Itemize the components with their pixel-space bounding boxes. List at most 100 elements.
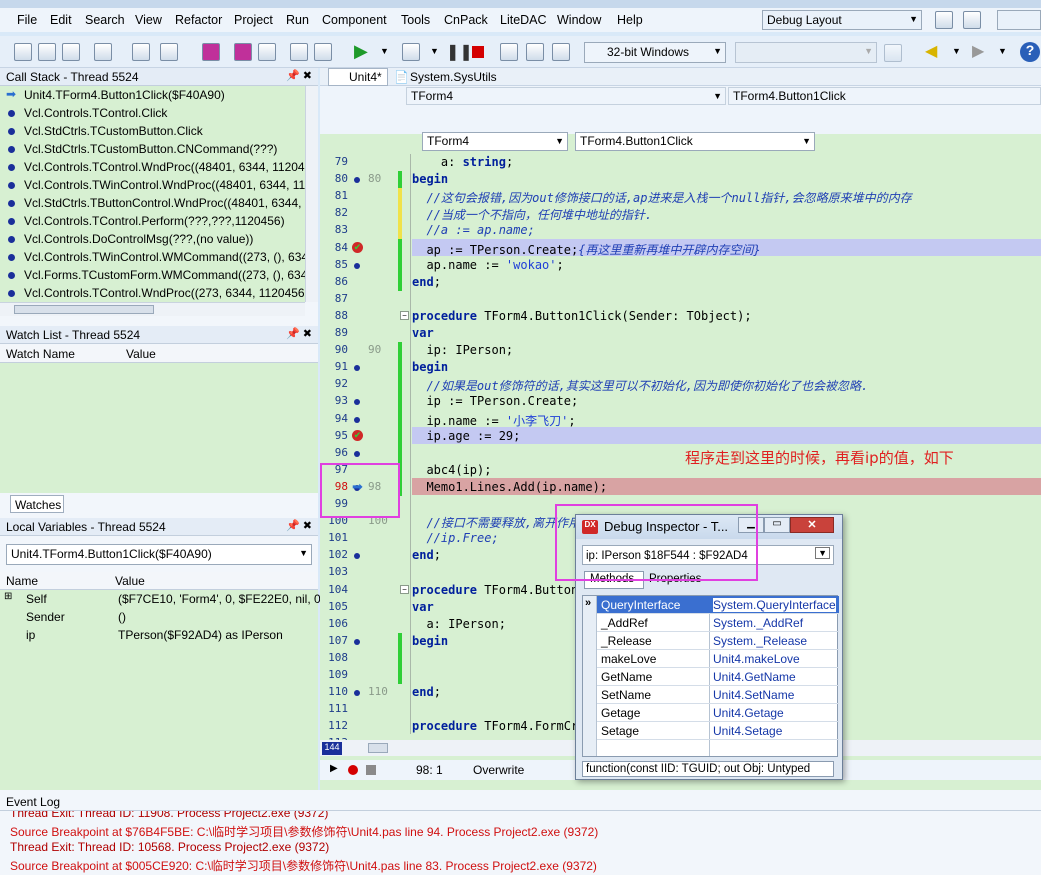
pin-close-icon[interactable]: 📌 ✖ bbox=[286, 327, 312, 340]
menu-tools[interactable]: Tools bbox=[401, 13, 430, 27]
inspector-row[interactable]: GetName Unit4.GetName bbox=[597, 668, 839, 686]
chevron-down-icon[interactable]: ▼ bbox=[998, 46, 1007, 56]
menu-window[interactable]: Window bbox=[557, 13, 601, 27]
callstack-row[interactable]: Vcl.Controls.TControl.Perform(???,???,11… bbox=[0, 212, 305, 230]
run-to-cursor-icon[interactable] bbox=[552, 43, 570, 61]
play-macro-icon[interactable]: ▶ bbox=[330, 763, 338, 774]
callstack-row[interactable]: Vcl.Controls.TWinControl.WndProc((48401,… bbox=[0, 176, 305, 194]
callstack-row[interactable]: ➡ Unit4.TForm4.Button1Click($F40A90) bbox=[0, 86, 305, 104]
callstack-scrollbar[interactable] bbox=[305, 86, 318, 302]
step-over-icon[interactable] bbox=[500, 43, 518, 61]
scroll-thumb[interactable] bbox=[14, 305, 154, 314]
layout-settings-icon[interactable] bbox=[963, 11, 981, 29]
callstack-row[interactable]: Vcl.Controls.TWinControl.WMCommand((273,… bbox=[0, 248, 305, 266]
back-icon[interactable]: ◀ bbox=[925, 41, 937, 61]
inspector-row[interactable]: SetName Unit4.SetName bbox=[597, 686, 839, 704]
inspector-row[interactable]: makeLove Unit4.makeLove bbox=[597, 650, 839, 668]
new-icon[interactable] bbox=[14, 43, 32, 61]
inspector-row[interactable]: _AddRef System._AddRef bbox=[597, 614, 839, 632]
layout-combo[interactable]: Debug Layout ▼ bbox=[762, 10, 922, 30]
run-dropdown-icon[interactable]: ▼ bbox=[380, 46, 389, 56]
config-combo[interactable]: ▼ bbox=[735, 42, 877, 63]
callstack-row[interactable]: Vcl.StdCtrls.TCustomButton.CNCommand(???… bbox=[0, 140, 305, 158]
method-combo[interactable]: TForm4.Button1Click ▼ bbox=[575, 132, 815, 151]
open-file-icon[interactable] bbox=[160, 43, 178, 61]
tab-unit4[interactable]: Unit4* bbox=[328, 68, 388, 86]
callstack-row[interactable]: Vcl.Controls.TControl.WndProc((48401, 63… bbox=[0, 158, 305, 176]
maximize-button[interactable]: ▭ bbox=[764, 517, 790, 533]
search-box[interactable] bbox=[997, 10, 1041, 30]
save-as-icon[interactable] bbox=[258, 43, 276, 61]
menu-component[interactable]: Component bbox=[322, 13, 387, 27]
event-log-row[interactable]: Thread Exit: Thread ID: 11908. Process P… bbox=[10, 811, 328, 820]
scroll-thumb[interactable] bbox=[368, 743, 388, 753]
callstack-row[interactable]: Vcl.Controls.TControl.Click bbox=[0, 104, 305, 122]
locals-row[interactable]: Sender () bbox=[0, 608, 318, 626]
menu-litedac[interactable]: LiteDAC bbox=[500, 13, 547, 27]
pause-icon[interactable]: ❚❚ bbox=[446, 42, 473, 62]
event-log-row[interactable]: Thread Exit: Thread ID: 10568. Process P… bbox=[10, 840, 329, 854]
stop-icon[interactable] bbox=[472, 46, 484, 58]
inspector-row[interactable]: Setage Unit4.Setage bbox=[597, 722, 839, 740]
watch-col-value[interactable]: Value bbox=[126, 347, 156, 361]
locals-title: Local Variables - Thread 5524 bbox=[6, 520, 166, 534]
tab-sysutils[interactable]: System.SysUtils bbox=[410, 70, 497, 84]
callstack-row[interactable]: Vcl.Controls.DoControlMsg(???,(no value)… bbox=[0, 230, 305, 248]
run-icon[interactable]: ▶ bbox=[354, 41, 368, 62]
menu-project[interactable]: Project bbox=[234, 13, 273, 27]
callstack-row[interactable]: Vcl.Forms.TCustomForm.WMCommand((273, ()… bbox=[0, 266, 305, 284]
refresh-icon[interactable] bbox=[884, 44, 902, 62]
menu-cnpack[interactable]: CnPack bbox=[444, 13, 488, 27]
pin-close-icon[interactable]: 📌 ✖ bbox=[286, 519, 312, 532]
current-row-icon: » bbox=[585, 597, 592, 609]
record-macro-icon[interactable] bbox=[348, 765, 358, 775]
inspector-row[interactable]: Getage Unit4.Getage bbox=[597, 704, 839, 722]
open-project-icon[interactable] bbox=[62, 43, 80, 61]
locals-row[interactable]: ip TPerson($F92AD4) as IPerson bbox=[0, 626, 318, 644]
stop-macro-icon[interactable] bbox=[366, 765, 376, 775]
close-button[interactable]: ✕ bbox=[790, 517, 834, 533]
inspector-row[interactable]: _Release System._Release bbox=[597, 632, 839, 650]
menu-run[interactable]: Run bbox=[286, 13, 309, 27]
save-all-icon[interactable] bbox=[234, 43, 252, 61]
save-icon[interactable] bbox=[202, 43, 220, 61]
callstack-row[interactable]: Vcl.Controls.TControl.WndProc((273, 6344… bbox=[0, 284, 305, 302]
pin-close-icon[interactable]: 📌 ✖ bbox=[286, 69, 312, 82]
menu-help[interactable]: Help bbox=[617, 13, 643, 27]
save-layout-icon[interactable] bbox=[935, 11, 953, 29]
chevron-down-icon[interactable]: ▼ bbox=[430, 46, 439, 56]
chevron-down-icon[interactable]: ▼ bbox=[952, 46, 961, 56]
menu-search[interactable]: Search bbox=[85, 13, 125, 27]
locals-combo[interactable]: Unit4.TForm4.Button1Click($F40A90) ▼ bbox=[6, 544, 312, 565]
watch-col-name[interactable]: Watch Name bbox=[6, 347, 75, 361]
callstack-hscrollbar[interactable] bbox=[0, 302, 305, 316]
callstack-row[interactable]: Vcl.StdCtrls.TButtonControl.WndProc((484… bbox=[0, 194, 305, 212]
platform-combo[interactable]: 32-bit Windows ▼ bbox=[584, 42, 726, 63]
title-bar bbox=[0, 0, 1041, 8]
new-item-icon[interactable] bbox=[132, 43, 150, 61]
event-log-row[interactable]: Source Breakpoint at $005CE920: C:\临时学习项… bbox=[10, 857, 597, 874]
event-log-row[interactable]: Source Breakpoint at $76B4F5BE: C:\临时学习项… bbox=[10, 823, 598, 840]
inspector-row[interactable]: QueryInterface System.QueryInterface bbox=[597, 596, 839, 614]
tab-watches[interactable]: Watches bbox=[10, 495, 64, 513]
expand-icon[interactable]: ⊞ bbox=[4, 591, 12, 602]
class-combo-top[interactable]: TForm4 ▼ bbox=[406, 87, 726, 105]
add-file-icon[interactable] bbox=[290, 43, 308, 61]
run-without-debug-icon[interactable] bbox=[402, 43, 420, 61]
method-combo-top[interactable]: TForm4.Button1Click bbox=[728, 87, 1041, 105]
menu-edit[interactable]: Edit bbox=[50, 13, 72, 27]
menu-view[interactable]: View bbox=[135, 13, 162, 27]
locals-col-name[interactable]: Name bbox=[6, 574, 38, 588]
callstack-row[interactable]: Vcl.StdCtrls.TCustomButton.Click bbox=[0, 122, 305, 140]
class-combo[interactable]: TForm4 ▼ bbox=[422, 132, 568, 151]
help-icon[interactable]: ? bbox=[1020, 42, 1040, 62]
menu-refactor[interactable]: Refactor bbox=[175, 13, 222, 27]
locals-row[interactable]: ⊞ Self ($F7CE10, 'Form4', 0, $FE22E0, nil,… bbox=[0, 590, 334, 608]
forward-icon[interactable]: ▶ bbox=[972, 41, 984, 61]
menu-file[interactable]: File bbox=[17, 13, 37, 27]
locals-col-value[interactable]: Value bbox=[115, 574, 145, 588]
open-icon[interactable] bbox=[38, 43, 56, 61]
view-unit-icon[interactable] bbox=[94, 43, 112, 61]
remove-file-icon[interactable] bbox=[314, 43, 332, 61]
trace-into-icon[interactable] bbox=[526, 43, 544, 61]
